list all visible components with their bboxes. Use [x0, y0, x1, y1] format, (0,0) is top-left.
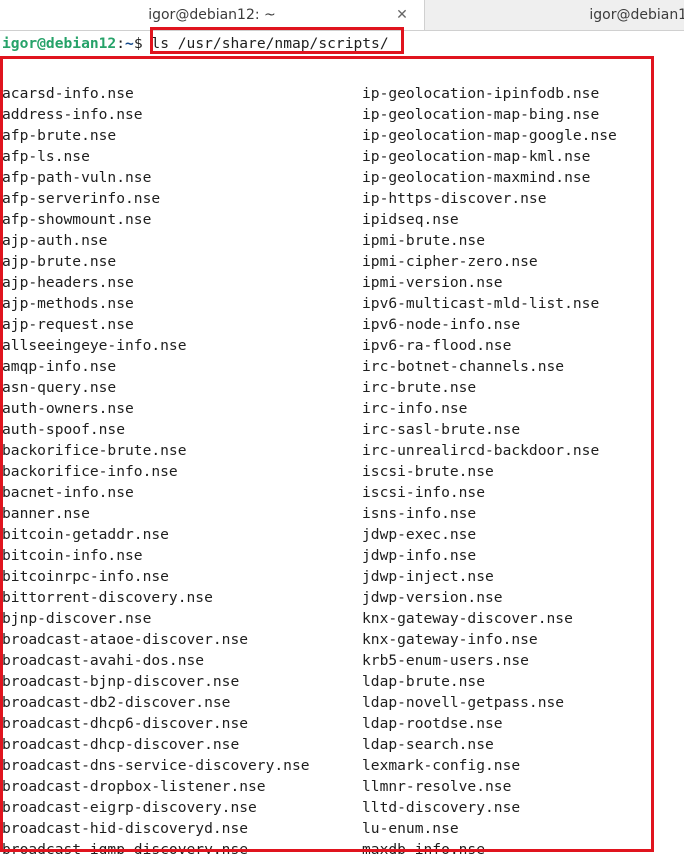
- file-list-item: broadcast-dhcp6-discover.nse: [2, 715, 249, 732]
- file-list-item: irc-brute.nse: [362, 379, 477, 396]
- prompt-colon: :: [116, 35, 126, 52]
- file-list-item: afp-brute.nse: [2, 127, 117, 144]
- file-list-item: broadcast-hid-discoveryd.nse: [2, 820, 249, 837]
- file-list-item: iscsi-brute.nse: [362, 463, 494, 480]
- file-list-item: auth-owners.nse: [2, 400, 134, 417]
- file-list-item: auth-spoof.nse: [2, 421, 126, 438]
- file-list-item: ajp-headers.nse: [2, 274, 134, 291]
- file-list-item: ip-https-discover.nse: [362, 190, 547, 207]
- file-list-item: broadcast-bjnp-discover.nse: [2, 673, 240, 690]
- file-list-item: afp-ls.nse: [2, 148, 90, 165]
- file-list-item: broadcast-eigrp-discovery.nse: [2, 799, 257, 816]
- file-list-item: amqp-info.nse: [2, 358, 117, 375]
- file-list-right-column: ip-geolocation-ipinfodb.nse ip-geolocatio…: [362, 83, 617, 854]
- file-list-item: llmnr-resolve.nse: [362, 778, 512, 795]
- file-list-item: ldap-brute.nse: [362, 673, 486, 690]
- file-list-item: bitcoin-getaddr.nse: [2, 526, 169, 543]
- file-list-item: knx-gateway-discover.nse: [362, 610, 573, 627]
- file-list-item: ipv6-ra-flood.nse: [362, 337, 512, 354]
- file-list-item: address-info.nse: [2, 106, 143, 123]
- file-list-item: broadcast-dns-service-discovery.nse: [2, 757, 310, 774]
- file-list-item: ldap-novell-getpass.nse: [362, 694, 565, 711]
- file-list-item: ajp-methods.nse: [2, 295, 134, 312]
- file-list-item: irc-unrealircd-backdoor.nse: [362, 442, 600, 459]
- file-list-item: irc-botnet-channels.nse: [362, 358, 565, 375]
- tab-title: igor@debian12: [589, 7, 684, 23]
- file-list-item: ip-geolocation-ipinfodb.nse: [362, 85, 600, 102]
- file-list-item: isns-info.nse: [362, 505, 477, 522]
- file-list-item: bitcoin-info.nse: [2, 547, 143, 564]
- file-list-item: broadcast-avahi-dos.nse: [2, 652, 205, 669]
- file-list-item: ipmi-version.nse: [362, 274, 503, 291]
- file-list-item: jdwp-info.nse: [362, 547, 477, 564]
- file-list-item: backorifice-info.nse: [2, 463, 178, 480]
- file-list-item: backorifice-brute.nse: [2, 442, 187, 459]
- file-list-item: asn-query.nse: [2, 379, 117, 396]
- command-text: ls /usr/share/nmap/scripts/: [151, 35, 389, 52]
- file-list-item: ldap-rootdse.nse: [362, 715, 503, 732]
- file-list-item: knx-gateway-info.nse: [362, 631, 538, 648]
- file-list-item: lltd-discovery.nse: [362, 799, 521, 816]
- file-list-item: broadcast-igmp-discovery.nse: [2, 841, 249, 854]
- file-list-item: allseeingeye-info.nse: [2, 337, 187, 354]
- tab-terminal-inactive[interactable]: igor@debian12: [426, 0, 684, 30]
- file-list-item: ipmi-cipher-zero.nse: [362, 253, 538, 270]
- file-list-item: ldap-search.nse: [362, 736, 494, 753]
- file-list-item: broadcast-dhcp-discover.nse: [2, 736, 240, 753]
- file-list-item: broadcast-db2-discover.nse: [2, 694, 231, 711]
- file-list-item: ip-geolocation-map-kml.nse: [362, 148, 591, 165]
- file-list-item: broadcast-ataoe-discover.nse: [2, 631, 249, 648]
- file-list-item: bittorrent-discovery.nse: [2, 589, 213, 606]
- tab-terminal-active[interactable]: igor@debian12: ~ ✕: [0, 0, 425, 30]
- file-list-item: afp-path-vuln.nse: [2, 169, 152, 186]
- file-list-item: maxdb-info.nse: [362, 841, 486, 854]
- file-list-item: bjnp-discover.nse: [2, 610, 152, 627]
- file-list-item: ajp-request.nse: [2, 316, 134, 333]
- file-list-item: afp-showmount.nse: [2, 211, 152, 228]
- file-list-item: lexmark-config.nse: [362, 757, 521, 774]
- tab-bar: igor@debian12: ~ ✕ igor@debian12: [0, 0, 684, 31]
- file-list-left-column: acarsd-info.nse address-info.nse afp-brute…: [2, 83, 310, 854]
- file-list-item: ip-geolocation-map-bing.nse: [362, 106, 600, 123]
- close-icon[interactable]: ✕: [392, 5, 412, 25]
- file-list-item: irc-sasl-brute.nse: [362, 421, 521, 438]
- file-list-item: ip-geolocation-maxmind.nse: [362, 169, 591, 186]
- file-list-item: ipidseq.nse: [362, 211, 459, 228]
- prompt-dollar: $: [133, 35, 152, 52]
- file-list-item: afp-serverinfo.nse: [2, 190, 161, 207]
- file-list-item: banner.nse: [2, 505, 90, 522]
- file-list-item: jdwp-exec.nse: [362, 526, 477, 543]
- file-list-item: ip-geolocation-map-google.nse: [362, 127, 617, 144]
- prompt-path: ~: [125, 35, 134, 52]
- file-list-item: ajp-brute.nse: [2, 253, 117, 270]
- prompt-user-host: igor@debian12: [2, 35, 117, 52]
- file-list-item: jdwp-inject.nse: [362, 568, 494, 585]
- file-list-item: jdwp-version.nse: [362, 589, 503, 606]
- file-list-item: krb5-enum-users.nse: [362, 652, 529, 669]
- file-list-item: iscsi-info.nse: [362, 484, 486, 501]
- file-list-item: ipv6-multicast-mld-list.nse: [362, 295, 600, 312]
- file-list-item: ipmi-brute.nse: [362, 232, 486, 249]
- file-list-item: bitcoinrpc-info.nse: [2, 568, 169, 585]
- file-list-item: irc-info.nse: [362, 400, 468, 417]
- terminal-output[interactable]: igor@debian12:~$ ls /usr/share/nmap/scri…: [0, 31, 684, 854]
- file-list-item: broadcast-dropbox-listener.nse: [2, 778, 266, 795]
- file-list-item: ipv6-node-info.nse: [362, 316, 521, 333]
- tab-title: igor@debian12: ~: [148, 7, 276, 23]
- prompt-line: igor@debian12:~$ ls /usr/share/nmap/scri…: [2, 33, 389, 54]
- file-list-item: ajp-auth.nse: [2, 232, 108, 249]
- file-list-item: lu-enum.nse: [362, 820, 459, 837]
- file-list-item: bacnet-info.nse: [2, 484, 134, 501]
- file-list-item: acarsd-info.nse: [2, 85, 134, 102]
